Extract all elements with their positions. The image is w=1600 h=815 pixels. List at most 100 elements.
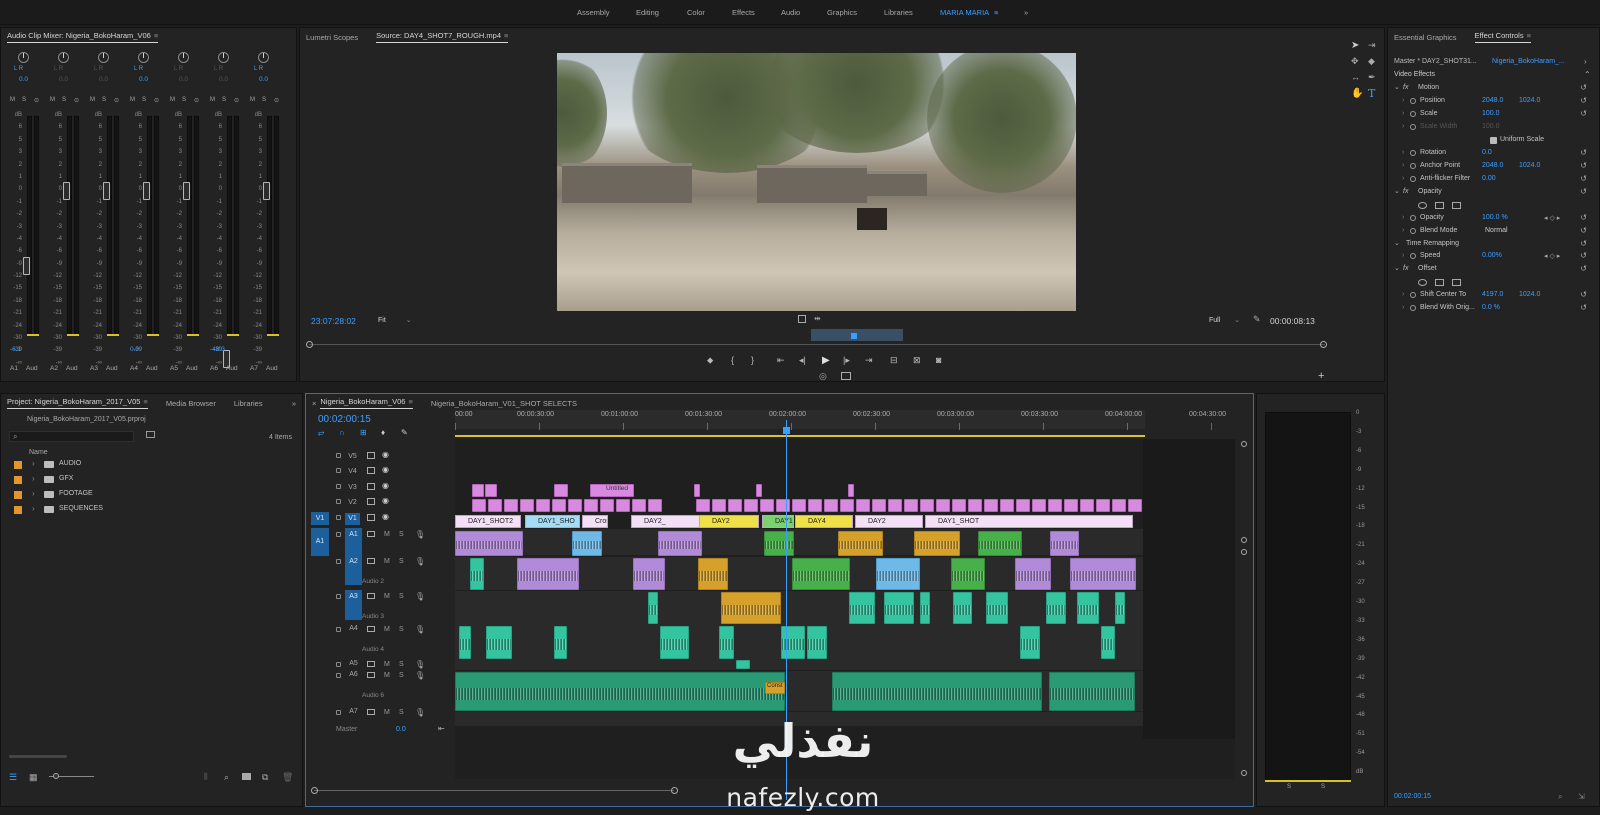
v2-clip[interactable] [952, 499, 966, 512]
lock-icon[interactable] [336, 484, 341, 489]
rect-mask-icon[interactable] [1435, 278, 1444, 286]
source-patch-v1[interactable]: V1 [311, 512, 329, 525]
effect-value[interactable]: 100.0 % [1482, 214, 1508, 221]
source-playhead[interactable] [851, 333, 857, 339]
a4-clip[interactable] [660, 626, 689, 659]
track-target-a2[interactable]: A2 [345, 555, 362, 585]
v1-clip[interactable]: Cross [582, 515, 608, 528]
solo-button[interactable]: S [22, 97, 26, 103]
track-target-v4[interactable]: V4 [345, 466, 360, 478]
in-point-icon[interactable]: { [731, 355, 734, 365]
solo-button[interactable]: S [142, 97, 146, 103]
effect-row[interactable]: Uniform Scale [1388, 135, 1599, 148]
toggle-sync-lock-icon[interactable] [367, 558, 375, 564]
solo-track-button[interactable]: S [399, 558, 404, 565]
a4-clip[interactable] [1020, 626, 1040, 659]
effect-row[interactable] [1388, 277, 1599, 290]
stopwatch-icon[interactable] [1410, 150, 1416, 156]
pan-value[interactable]: 0.0 [259, 76, 268, 83]
reset-icon[interactable]: ↺ [1580, 83, 1587, 92]
effect-row[interactable]: › Blend Mode Normal ↺ [1388, 226, 1599, 239]
a2-clip[interactable] [951, 558, 985, 590]
bin-row[interactable]: › SEQUENCES [1, 503, 301, 517]
track-target-v3[interactable]: V3 [345, 482, 360, 494]
effect-row[interactable]: › Scale Width 100.0 [1388, 122, 1599, 135]
a3-clip[interactable] [953, 592, 972, 624]
toggle-sync-lock-icon[interactable] [367, 672, 375, 678]
track-name[interactable]: Audio 2 [362, 578, 384, 585]
slip-icon[interactable]: ↔ [1351, 72, 1360, 82]
track-target-a7[interactable]: A7 [345, 706, 362, 718]
solo-track-button[interactable]: S [399, 593, 404, 600]
v2-clip[interactable] [968, 499, 982, 512]
solo-button[interactable]: S [102, 97, 106, 103]
bin-row[interactable]: › AUDIO [1, 458, 301, 472]
vertical-scroll-handle[interactable] [1241, 549, 1247, 555]
v1-clip[interactable]: DAY4 [795, 515, 853, 528]
pan-knob[interactable] [98, 52, 109, 63]
effect-value[interactable]: 4197.0 [1482, 291, 1503, 298]
v1-clip[interactable]: DAY2_ [631, 515, 701, 528]
v2-clip[interactable] [1064, 499, 1078, 512]
workspace-maria-maria[interactable]: MARIA MARIA [940, 8, 989, 17]
stopwatch-icon[interactable] [1410, 111, 1416, 117]
v2-clip[interactable] [1016, 499, 1030, 512]
wrench-icon[interactable]: ✎ [1253, 314, 1261, 325]
lock-icon[interactable] [336, 515, 341, 520]
reset-icon[interactable]: ↺ [1580, 226, 1587, 235]
eye-icon[interactable]: ◉ [382, 496, 389, 505]
a4-clip[interactable] [486, 626, 512, 659]
pan-value[interactable]: 0.0 [139, 76, 148, 83]
disclosure-chevron-icon[interactable]: › [1402, 227, 1404, 234]
track-target-a4[interactable]: A4 [345, 623, 362, 635]
volume-fader[interactable] [143, 182, 150, 201]
v2-clip[interactable] [936, 499, 950, 512]
tab-libraries[interactable]: Libraries [234, 399, 263, 408]
track-name[interactable]: Audio 3 [362, 613, 384, 620]
a3-clip[interactable] [1115, 592, 1125, 624]
effect-row[interactable]: › Anchor Point 2048.0 1024.0 ↺ [1388, 161, 1599, 174]
mute-button[interactable]: M [210, 97, 215, 103]
lock-icon[interactable] [336, 662, 341, 667]
a1-clip[interactable] [572, 531, 602, 556]
effect-row[interactable]: ⌄ Time Remapping ↺ [1388, 239, 1599, 252]
mute-track-button[interactable]: M [384, 672, 390, 679]
a2-clip[interactable] [792, 558, 850, 590]
reset-icon[interactable]: ↺ [1580, 213, 1587, 222]
disclosure-chevron-icon[interactable]: › [1402, 304, 1404, 311]
zoom-bar[interactable] [811, 329, 903, 341]
a3-clip[interactable] [849, 592, 875, 624]
record-button[interactable]: ⊙ [154, 97, 159, 104]
fx-badge[interactable]: fx [1403, 265, 1408, 272]
label-color-swatch[interactable] [14, 461, 22, 469]
mute-track-button[interactable]: M [384, 531, 390, 538]
effect-row[interactable]: › Opacity 100.0 % ◂ ◇ ▸ ↺ [1388, 213, 1599, 226]
fx-badge[interactable]: fx [1403, 188, 1408, 195]
type-tool-icon[interactable]: T [1368, 87, 1375, 100]
workspace-effects[interactable]: Effects [732, 8, 755, 17]
tab-essential-graphics[interactable]: Essential Graphics [1394, 33, 1457, 42]
effect-value[interactable]: 0.0 % [1482, 304, 1500, 311]
keyframe-nav-icon[interactable]: ◂ ◇ ▸ [1544, 214, 1560, 222]
v1-clip[interactable]: DAY1_SHOT [925, 515, 1133, 528]
pan-knob[interactable] [58, 52, 69, 63]
record-button[interactable]: ⊙ [194, 97, 199, 104]
v2-clip[interactable] [1096, 499, 1110, 512]
record-button[interactable]: ⊙ [74, 97, 79, 104]
nest-toggle-icon[interactable]: ⥂ [318, 428, 324, 438]
source-patch-a1[interactable]: A1 [311, 528, 329, 556]
reset-icon[interactable]: ↺ [1580, 109, 1587, 118]
column-name-header[interactable]: Name [29, 449, 48, 456]
a3-clip[interactable] [721, 592, 781, 624]
a1-clip[interactable] [978, 531, 1022, 556]
vertical-scroll-handle[interactable] [1241, 770, 1247, 776]
a2-clip[interactable] [1070, 558, 1136, 590]
v2-clip[interactable] [776, 499, 790, 512]
stopwatch-icon[interactable] [1410, 98, 1416, 104]
v2-clip[interactable] [472, 499, 486, 512]
v2-clip[interactable] [696, 499, 710, 512]
toggle-sync-lock-icon[interactable] [367, 661, 375, 667]
disclosure-chevron-icon[interactable]: › [32, 459, 35, 468]
toggle-sync-lock-icon[interactable] [367, 709, 375, 715]
hand-icon[interactable]: ✋ [1351, 88, 1363, 99]
